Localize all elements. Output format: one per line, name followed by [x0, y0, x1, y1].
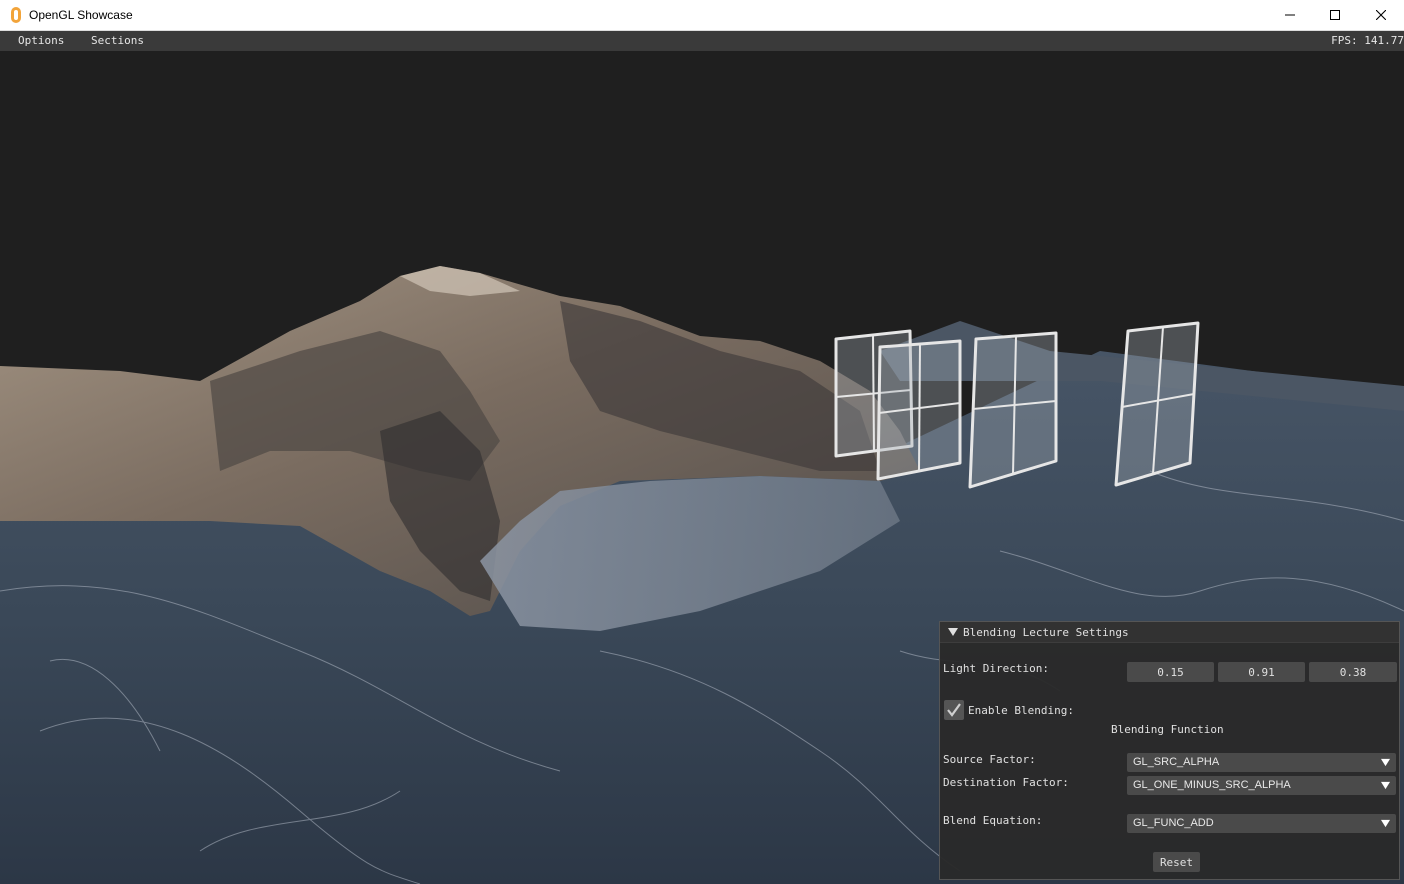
- menu-bar: Options Sections FPS: 141.77: [0, 31, 1404, 51]
- checkmark-icon: [947, 703, 961, 717]
- window-title-bar[interactable]: OpenGL Showcase: [0, 0, 1404, 31]
- chevron-down-icon: [1381, 758, 1390, 767]
- blending-settings-panel[interactable]: Blending Lecture Settings Light Directio…: [939, 621, 1400, 880]
- source-factor-label: Source Factor:: [943, 753, 1036, 766]
- opengl-app-icon: [11, 7, 21, 23]
- light-direction-label: Light Direction:: [943, 662, 1049, 675]
- transparent-window: [876, 339, 962, 481]
- transparent-window: [1114, 321, 1200, 487]
- light-direction-z-field[interactable]: 0.38: [1309, 662, 1397, 682]
- light-direction-x-field[interactable]: 0.15: [1127, 662, 1214, 682]
- collapse-arrow-icon[interactable]: [948, 627, 958, 637]
- close-button[interactable]: [1358, 0, 1404, 30]
- source-factor-select[interactable]: GL_SRC_ALPHA: [1127, 753, 1396, 772]
- destination-factor-label: Destination Factor:: [943, 776, 1069, 789]
- close-icon: [1376, 10, 1386, 20]
- enable-blending-checkbox[interactable]: [944, 700, 964, 720]
- fps-counter: FPS: 141.77: [1331, 34, 1404, 47]
- maximize-icon: [1330, 10, 1340, 20]
- window-title: OpenGL Showcase: [29, 8, 133, 22]
- enable-blending-label: Enable Blending:: [968, 704, 1074, 717]
- blending-function-heading: Blending Function: [1111, 723, 1224, 736]
- blend-equation-value: GL_FUNC_ADD: [1133, 817, 1214, 829]
- minimize-icon: [1285, 14, 1295, 16]
- menu-sections[interactable]: Sections: [91, 34, 144, 47]
- transparent-window: [968, 331, 1058, 489]
- reset-button[interactable]: Reset: [1153, 852, 1200, 872]
- source-factor-value: GL_SRC_ALPHA: [1133, 756, 1220, 768]
- minimize-button[interactable]: [1267, 0, 1313, 30]
- panel-header[interactable]: Blending Lecture Settings: [940, 622, 1399, 643]
- menu-options[interactable]: Options: [18, 34, 64, 47]
- chevron-down-icon: [1381, 819, 1390, 828]
- chevron-down-icon: [1381, 781, 1390, 790]
- destination-factor-select[interactable]: GL_ONE_MINUS_SRC_ALPHA: [1127, 776, 1396, 795]
- destination-factor-value: GL_ONE_MINUS_SRC_ALPHA: [1133, 779, 1291, 791]
- maximize-button[interactable]: [1312, 0, 1358, 30]
- blend-equation-select[interactable]: GL_FUNC_ADD: [1127, 814, 1396, 833]
- blend-equation-label: Blend Equation:: [943, 814, 1043, 827]
- panel-title: Blending Lecture Settings: [963, 626, 1129, 639]
- light-direction-y-field[interactable]: 0.91: [1218, 662, 1305, 682]
